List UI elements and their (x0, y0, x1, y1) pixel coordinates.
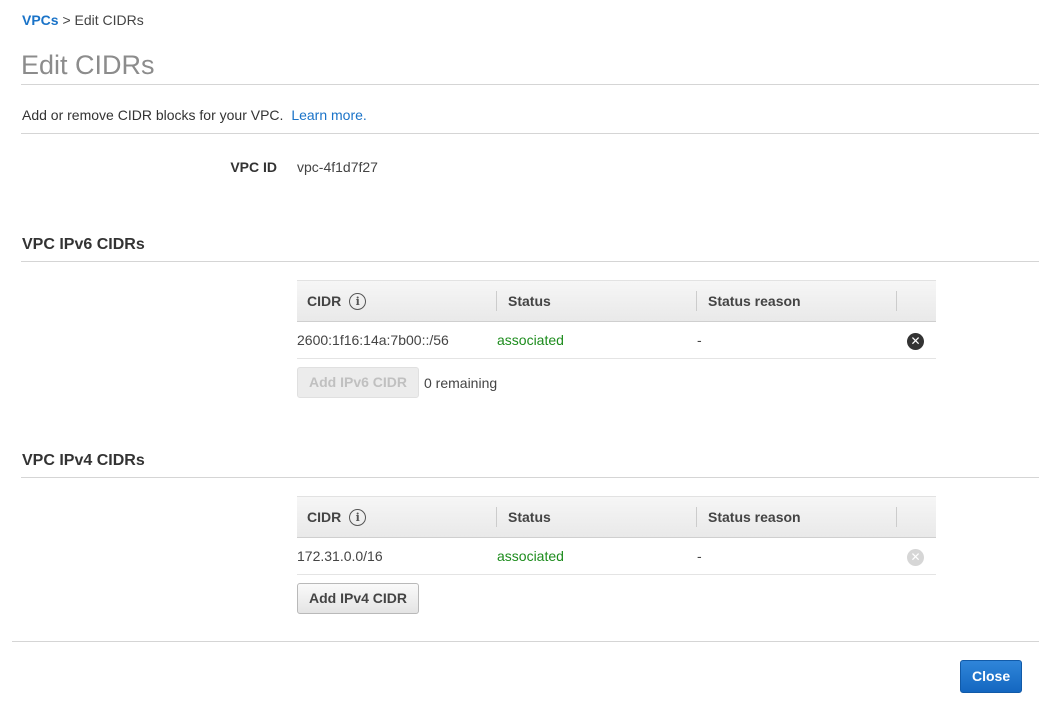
column-header-status: Status (508, 293, 551, 309)
vpc-id-value: vpc-4f1d7f27 (297, 159, 378, 175)
close-button[interactable]: Close (960, 660, 1023, 693)
add-ipv4-cidr-button[interactable]: Add IPv4 CIDR (297, 583, 420, 614)
ipv4-cidr-table: CIDR i Status Status reason 172.31.0.0/16… (297, 496, 936, 575)
info-icon[interactable]: i (349, 508, 367, 526)
ipv6-section-title: VPC IPv6 CIDRs (22, 236, 145, 253)
column-separator[interactable] (896, 507, 897, 527)
divider (21, 477, 1039, 478)
column-separator[interactable] (696, 507, 697, 527)
table-row: 2600:1f16:14a:7b00::/56 associated - ✕ (297, 322, 936, 359)
remove-cidr-icon[interactable]: ✕ (907, 333, 924, 350)
remove-cidr-icon: ✕ (907, 549, 924, 566)
footer-divider (12, 641, 1039, 642)
column-header-status-reason: Status reason (708, 509, 801, 525)
table-row: 172.31.0.0/16 associated - ✕ (297, 538, 936, 575)
description-text: Add or remove CIDR blocks for your VPC. (22, 107, 284, 123)
table-header: CIDR i Status Status reason (297, 496, 936, 538)
ipv4-section-title: VPC IPv4 CIDRs (22, 452, 145, 469)
learn-more-link[interactable]: Learn more. (291, 107, 366, 123)
cidr-cell: 172.31.0.0/16 (297, 548, 383, 564)
column-header-status-reason: Status reason (708, 293, 801, 309)
info-icon[interactable]: i (349, 292, 367, 310)
status-cell: associated (497, 332, 564, 348)
column-separator[interactable] (896, 291, 897, 311)
ipv6-remaining-count: 0 remaining (424, 375, 498, 391)
column-separator[interactable] (496, 291, 497, 311)
breadcrumb-current: Edit CIDRs (74, 12, 144, 28)
page-title: Edit CIDRs (21, 50, 155, 80)
divider (21, 261, 1039, 262)
breadcrumb: VPCs > Edit CIDRs (22, 12, 144, 28)
table-header: CIDR i Status Status reason (297, 280, 936, 322)
divider (21, 133, 1039, 134)
vpc-id-label: VPC ID (230, 159, 277, 175)
status-reason-cell: - (697, 548, 702, 564)
status-cell: associated (497, 548, 564, 564)
breadcrumb-vpcs-link[interactable]: VPCs (22, 12, 59, 28)
status-reason-cell: - (697, 332, 702, 348)
column-header-cidr: CIDR i (307, 281, 367, 321)
column-header-status: Status (508, 509, 551, 525)
cidr-cell: 2600:1f16:14a:7b00::/56 (297, 332, 449, 348)
ipv6-cidr-table: CIDR i Status Status reason 2600:1f16:14a… (297, 280, 936, 359)
column-separator[interactable] (696, 291, 697, 311)
column-header-cidr: CIDR i (307, 497, 367, 537)
add-ipv6-cidr-button[interactable]: Add IPv6 CIDR (297, 367, 420, 398)
breadcrumb-separator: > (62, 12, 71, 28)
column-separator[interactable] (496, 507, 497, 527)
divider (21, 84, 1039, 85)
page-description: Add or remove CIDR blocks for your VPC. … (22, 107, 367, 123)
